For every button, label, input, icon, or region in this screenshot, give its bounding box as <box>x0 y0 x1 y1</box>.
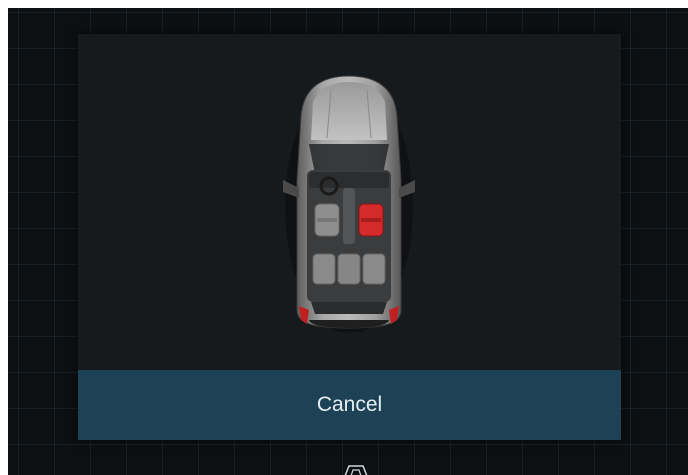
rear-seat-left <box>312 253 336 285</box>
car-illustration-area <box>78 34 621 370</box>
rear-window <box>311 302 387 314</box>
car-top-view-icon <box>283 75 415 332</box>
car-outline-icon[interactable] <box>343 464 369 475</box>
infotainment-screen: Cancel <box>8 8 688 475</box>
rear-seat-right <box>362 253 386 285</box>
seat-selection-dialog: Cancel <box>78 34 621 440</box>
cancel-button[interactable]: Cancel <box>78 370 621 440</box>
center-console <box>343 188 355 244</box>
car-hood <box>311 82 387 140</box>
rear-seat-middle <box>337 253 361 285</box>
windshield <box>309 144 389 174</box>
